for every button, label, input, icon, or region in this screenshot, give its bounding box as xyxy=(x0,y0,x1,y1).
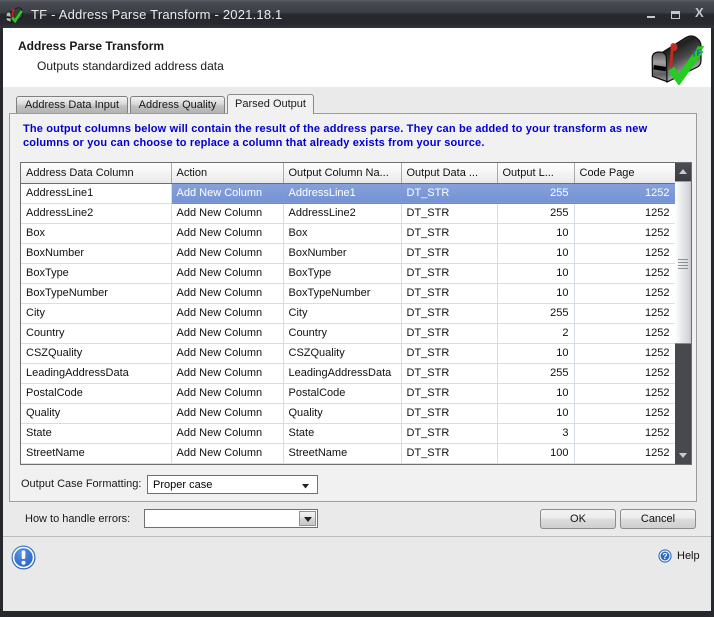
svg-text:?: ? xyxy=(662,551,667,561)
